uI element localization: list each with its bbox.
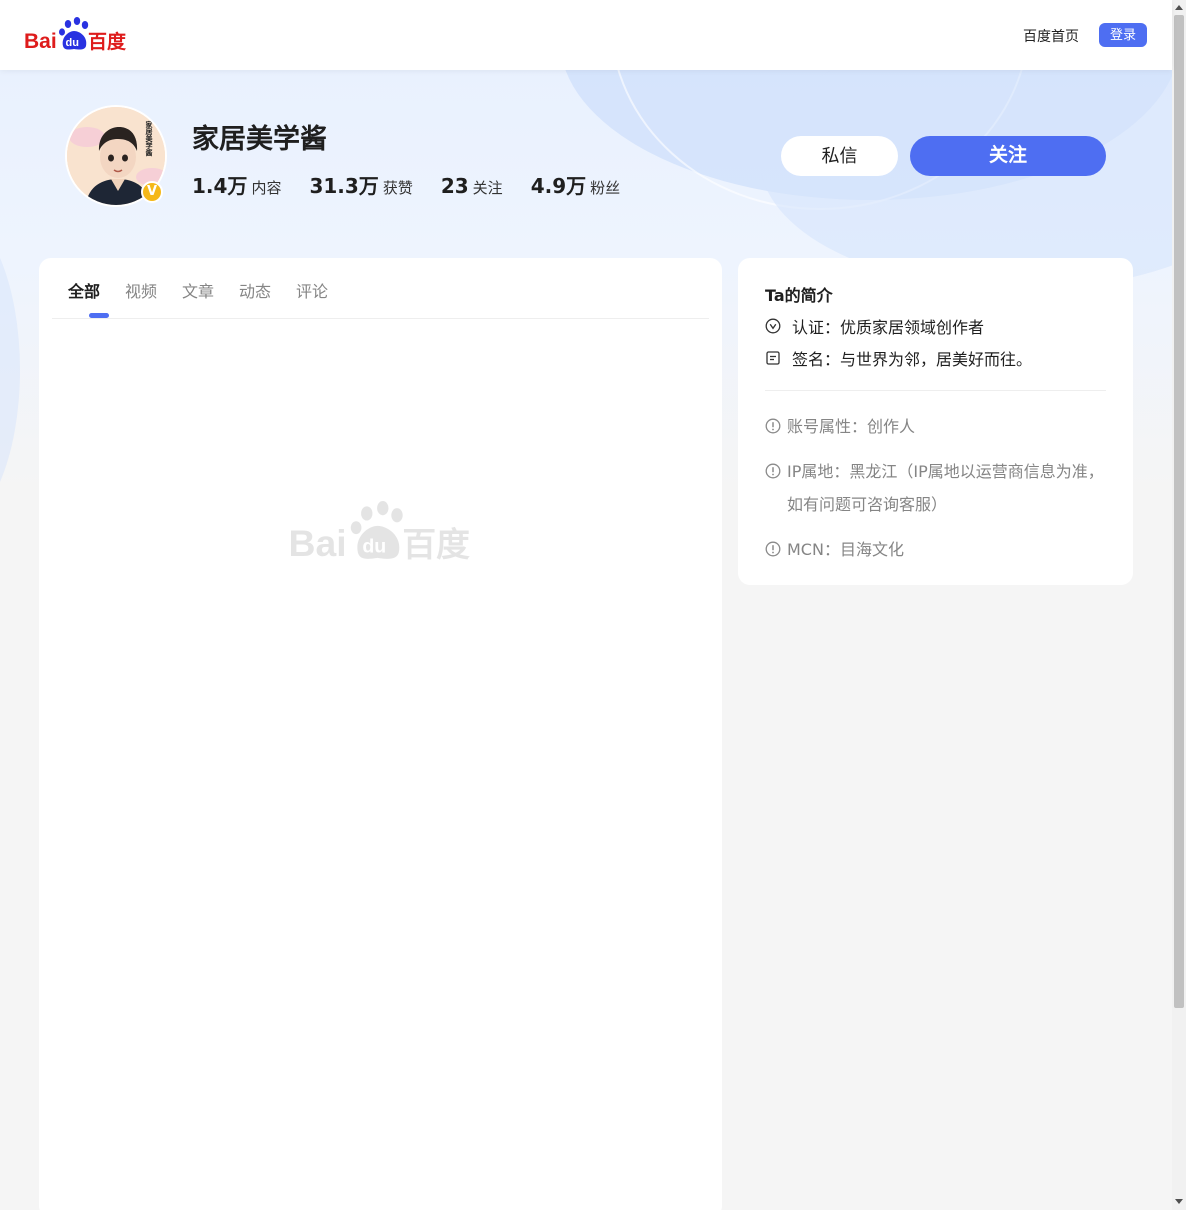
intro-divider [765,390,1106,391]
stat-content-value: 1.4万 [192,174,248,198]
account-type-row: 账号属性：创作人 [765,410,915,443]
profile-name: 家居美学酱 [192,124,327,155]
stat-likes-label: 获赞 [382,179,413,197]
login-button[interactable]: 登录 [1099,23,1147,47]
stat-likes: 31.3万 获赞 [309,170,412,199]
verified-circle-icon [765,318,781,334]
note-icon [766,351,780,365]
stat-following-value: 23 [440,174,469,198]
tab-article[interactable]: 文章 [182,278,214,302]
stat-fans-label: 粉丝 [590,179,621,197]
scrollbar-thumb[interactable] [1174,15,1184,1008]
intro-card: Ta的简介 认证：优质家居领域创作者 签名：与世界为邻，居美好而往。 账号属性：… [738,258,1133,585]
scroll-down-arrow-icon[interactable] [1175,1199,1183,1204]
tab-dynamic[interactable]: 动态 [239,278,271,302]
info-icon [765,541,781,557]
tab-video[interactable]: 视频 [125,278,157,302]
mcn-text: MCN：目海文化 [787,540,904,559]
content-feed-card: 全部 视频 文章 动态 评论 Bai du 百度 [39,258,722,1210]
svg-text:du: du [362,536,386,558]
active-tab-indicator [89,313,109,318]
certification-row: 认证：优质家居领域创作者 [765,314,984,338]
avatar-text: 家居美学酱 [145,120,154,157]
follow-button[interactable]: 关注 [910,136,1106,176]
scroll-up-arrow-icon[interactable] [1175,5,1183,10]
profile-stats: 1.4万 内容 31.3万 获赞 23 关注 4.9万 粉丝 [192,170,648,199]
private-message-button[interactable]: 私信 [781,136,898,176]
svg-text:百度: 百度 [402,525,470,564]
stat-following[interactable]: 23 关注 [441,174,503,198]
stat-content[interactable]: 1.4万 内容 [192,170,281,199]
stat-fans[interactable]: 4.9万 粉丝 [531,170,620,199]
top-nav-bar: Bai du 百度 百度首页 登录 [0,0,1172,70]
tab-comment[interactable]: 评论 [296,278,328,302]
baidu-logo[interactable]: Bai du 百度 [24,17,128,53]
ip-location-line-1: IP属地：黑龙江（IP属地以运营商信息为准， [787,462,1104,481]
stat-fans-value: 4.9万 [530,174,587,198]
svg-text:du: du [66,37,79,49]
baidu-watermark-logo: Bai du 百度 [289,501,470,564]
tab-all[interactable]: 全部 [68,278,100,302]
svg-text:百度: 百度 [88,30,127,53]
mcn-row: MCN：目海文化 [765,533,904,566]
content-tabs: 全部 视频 文章 动态 评论 [52,258,709,319]
ip-location-text: IP属地：黑龙江（IP属地以运营商信息为准， 如有问题可咨询客服） [787,455,1104,521]
info-icon [765,418,781,434]
ip-location-line-2: 如有问题可咨询客服） [787,495,948,514]
signature-text: 签名：与世界为邻，居美好而往。 [792,350,1033,369]
stat-content-label: 内容 [251,179,282,197]
svg-text:Bai: Bai [289,522,347,564]
stat-likes-value: 31.3万 [309,174,379,198]
ip-location-row: IP属地：黑龙江（IP属地以运营商信息为准， 如有问题可咨询客服） [765,455,1104,521]
verified-badge-icon: V [141,181,163,203]
account-type-text: 账号属性：创作人 [787,417,916,436]
page-scrollbar[interactable] [1172,0,1186,1210]
signature-row: 签名：与世界为邻，居美好而往。 [765,346,1032,370]
stat-following-label: 关注 [472,179,503,197]
certification-text: 认证：优质家居领域创作者 [792,318,985,337]
svg-text:Bai: Bai [24,30,57,53]
intro-title: Ta的简介 [765,286,833,305]
baidu-home-link[interactable]: 百度首页 [1023,26,1079,46]
info-icon [765,463,781,479]
